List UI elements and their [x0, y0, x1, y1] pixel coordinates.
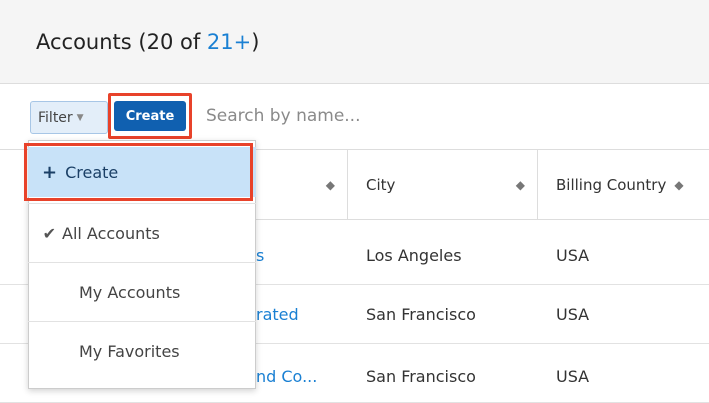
- record-count-link[interactable]: 21+: [207, 30, 251, 54]
- menu-divider: [28, 262, 256, 263]
- menu-divider: [28, 321, 256, 322]
- country-cell: USA: [556, 367, 590, 386]
- account-name-link[interactable]: s: [256, 246, 264, 265]
- account-name-link[interactable]: rated: [256, 305, 299, 324]
- menu-item-label: My Favorites: [79, 341, 180, 361]
- menu-item-my-accounts[interactable]: My Accounts: [28, 264, 256, 320]
- menu-item-my-favorites[interactable]: My Favorites: [28, 323, 256, 379]
- column-label-city: City: [366, 175, 396, 194]
- country-cell: USA: [556, 305, 590, 324]
- sort-icon[interactable]: ◆: [516, 178, 525, 192]
- filter-label: Filter: [38, 109, 73, 126]
- filter-button[interactable]: Filter ▼: [30, 101, 108, 134]
- column-header-billing-country[interactable]: Billing Country ◆: [538, 150, 709, 220]
- city-cell: San Francisco: [366, 367, 476, 386]
- column-header-name[interactable]: ◆: [256, 150, 348, 220]
- search-input[interactable]: Search by name...: [206, 106, 361, 126]
- checkmark-icon: ✔: [42, 223, 56, 243]
- account-name-link[interactable]: nd Co...: [256, 367, 317, 386]
- sort-icon[interactable]: ◆: [674, 178, 683, 192]
- dropdown-create-highlight: [24, 143, 253, 201]
- title-suffix: ): [251, 30, 260, 54]
- list-header: Accounts (20 of 21+): [0, 0, 709, 84]
- column-header-city[interactable]: City ◆: [348, 150, 538, 220]
- menu-divider: [28, 203, 256, 204]
- menu-item-label: All Accounts: [62, 223, 160, 243]
- sort-icon[interactable]: ◆: [326, 178, 335, 192]
- page-title: Accounts (20 of 21+): [36, 30, 259, 54]
- menu-item-label: My Accounts: [79, 282, 181, 302]
- city-cell: Los Angeles: [366, 246, 462, 265]
- menu-item-all-accounts[interactable]: ✔ All Accounts: [28, 205, 256, 261]
- create-button[interactable]: Create: [114, 101, 186, 131]
- column-label-country: Billing Country: [556, 175, 667, 194]
- country-cell: USA: [556, 246, 590, 265]
- title-text: Accounts (20 of: [36, 30, 207, 54]
- city-cell: San Francisco: [366, 305, 476, 324]
- caret-down-icon: ▼: [76, 112, 84, 123]
